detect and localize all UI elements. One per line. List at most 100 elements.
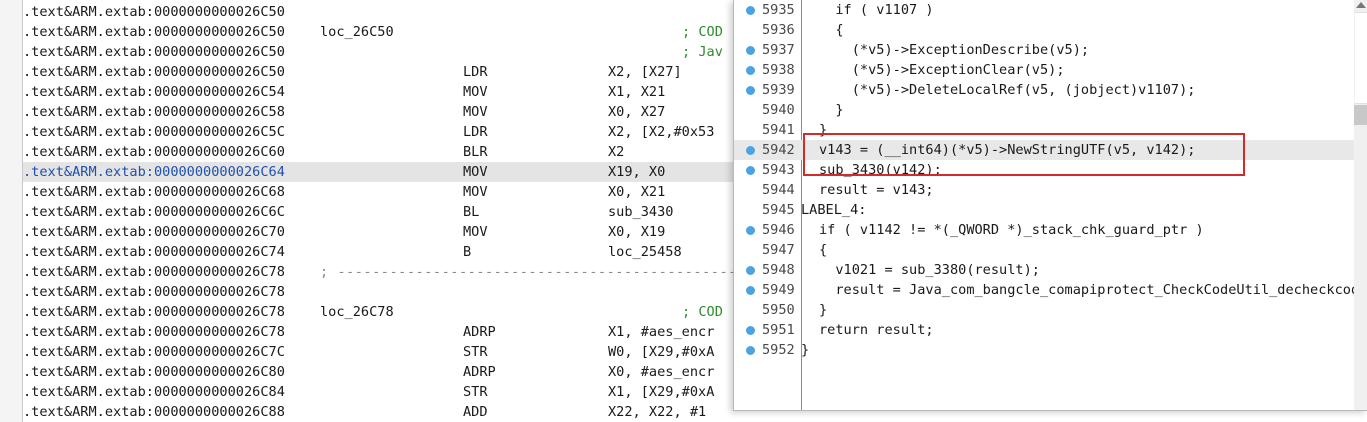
disasm-comment: ; COD bbox=[682, 24, 723, 40]
line-number: 5945 bbox=[762, 202, 795, 218]
breakpoint-dot-icon[interactable] bbox=[746, 166, 755, 175]
disasm-label: loc_26C78 bbox=[320, 304, 394, 320]
disasm-line[interactable]: .text&ARM.extab:0000000000026C78 ADRP X1, … bbox=[23, 322, 740, 342]
disasm-line[interactable]: .text&ARM.extab:0000000000026C80 ADRP X0, … bbox=[23, 362, 740, 382]
pseudocode-line[interactable]: 5936 { bbox=[734, 20, 1367, 40]
vertical-scrollbar[interactable] bbox=[1354, 0, 1367, 410]
disasm-operands: X19, X0 bbox=[608, 164, 666, 180]
disassembly-lines: .text&ARM.extab:0000000000026C50 .text&AR… bbox=[23, 2, 740, 422]
line-number: 5951 bbox=[762, 322, 795, 338]
breakpoint-dot-icon[interactable] bbox=[746, 266, 755, 275]
scrollbar-thumb[interactable] bbox=[1355, 12, 1367, 104]
disasm-address: .text&ARM.extab:0000000000026C78 bbox=[23, 324, 285, 340]
disasm-line[interactable]: .text&ARM.extab:0000000000026C7C STR W0, [… bbox=[23, 342, 740, 362]
disasm-mnemonic: MOV bbox=[463, 104, 488, 120]
disasm-line[interactable]: .text&ARM.extab:0000000000026C78 loc_26C7… bbox=[23, 302, 740, 322]
pseudocode-line[interactable]: 5944 result = v143; bbox=[734, 180, 1367, 200]
line-number: 5948 bbox=[762, 262, 795, 278]
disasm-address: .text&ARM.extab:0000000000026C7C bbox=[23, 344, 285, 360]
line-number: 5943 bbox=[762, 162, 795, 178]
breakpoint-dot-icon[interactable] bbox=[746, 346, 755, 355]
disasm-line[interactable]: .text&ARM.extab:0000000000026C88 ADD X22, … bbox=[23, 402, 740, 422]
disasm-line[interactable]: .text&ARM.extab:0000000000026C50 bbox=[23, 2, 740, 22]
code-text: result = v143; bbox=[819, 182, 934, 198]
disasm-address: .text&ARM.extab:0000000000026C50 bbox=[23, 24, 285, 40]
pseudocode-line[interactable]: 5949 result = Java_com_bangcle_comapipro… bbox=[734, 280, 1367, 300]
breakpoint-dot-icon[interactable] bbox=[746, 6, 755, 15]
disasm-line[interactable]: .text&ARM.extab:0000000000026C68 MOV X0, X… bbox=[23, 182, 740, 202]
disasm-line[interactable]: .text&ARM.extab:0000000000026C54 MOV X1, X… bbox=[23, 82, 740, 102]
disasm-address: .text&ARM.extab:0000000000026C74 bbox=[23, 244, 285, 260]
code-text: { bbox=[819, 22, 844, 38]
disasm-line[interactable]: .text&ARM.extab:0000000000026C78 ; ------… bbox=[23, 262, 740, 282]
disasm-line[interactable]: .text&ARM.extab:0000000000026C50 LDR X2, [… bbox=[23, 62, 740, 82]
disasm-mnemonic: MOV bbox=[463, 224, 488, 240]
pseudocode-line[interactable]: 5951 return result; bbox=[734, 320, 1367, 340]
disasm-line[interactable]: .text&ARM.extab:0000000000026C64 MOV X19, … bbox=[23, 162, 740, 182]
disasm-comment: ; Jav bbox=[682, 44, 723, 60]
pseudocode-line[interactable]: 5935 if ( v1107 ) bbox=[734, 0, 1367, 20]
pseudocode-line[interactable]: 5937 (*v5)->ExceptionDescribe(v5); bbox=[734, 40, 1367, 60]
disasm-line[interactable]: .text&ARM.extab:0000000000026C50 ; Jav bbox=[23, 42, 740, 62]
disasm-mnemonic: MOV bbox=[463, 84, 488, 100]
pseudocode-line[interactable]: 5938 (*v5)->ExceptionClear(v5); bbox=[734, 60, 1367, 80]
pseudocode-line[interactable]: 5940 } bbox=[734, 100, 1367, 120]
pseudocode-line[interactable]: 5952} bbox=[734, 340, 1367, 360]
line-number: 5946 bbox=[762, 222, 795, 238]
scroll-up-arrow-icon[interactable] bbox=[1356, 2, 1366, 8]
breakpoint-dot-icon[interactable] bbox=[746, 326, 755, 335]
pseudocode-line[interactable]: 5941} bbox=[734, 120, 1367, 140]
disasm-address: .text&ARM.extab:0000000000026C64 bbox=[23, 164, 285, 180]
breakpoint-dot-icon[interactable] bbox=[746, 46, 755, 55]
disasm-mnemonic: ADRP bbox=[463, 364, 496, 380]
disasm-operands: X2 bbox=[608, 144, 625, 160]
pseudocode-line[interactable]: 5945 LABEL_4: bbox=[734, 200, 1367, 220]
disasm-line[interactable]: .text&ARM.extab:0000000000026C5C LDR X2, [… bbox=[23, 122, 740, 142]
disasm-line[interactable]: .text&ARM.extab:0000000000026C78 bbox=[23, 282, 740, 302]
code-text: (*v5)->ExceptionClear(v5); bbox=[819, 62, 1065, 78]
breakpoint-dot-icon[interactable] bbox=[746, 86, 755, 95]
disasm-line[interactable]: .text&ARM.extab:0000000000026C74 Bloc_254… bbox=[23, 242, 740, 262]
disasm-mnemonic: B bbox=[463, 244, 472, 260]
pseudocode-line[interactable]: 5950} bbox=[734, 300, 1367, 320]
code-text: sub_3430(v142); bbox=[819, 162, 942, 178]
disasm-line[interactable]: .text&ARM.extab:0000000000026C50 loc_26C5… bbox=[23, 22, 740, 42]
disasm-mnemonic: ADRP bbox=[463, 324, 496, 340]
disasm-address: .text&ARM.extab:0000000000026C80 bbox=[23, 364, 285, 380]
line-number: 5941 bbox=[762, 122, 795, 138]
line-number: 5949 bbox=[762, 282, 795, 298]
disasm-address: .text&ARM.extab:0000000000026C5C bbox=[23, 124, 285, 140]
pseudocode-popup[interactable]: 5935 if ( v1107 ) 5936 {5937 (*v5)->Excep… bbox=[733, 0, 1367, 411]
disasm-mnemonic: BL bbox=[463, 204, 480, 220]
disasm-line[interactable]: .text&ARM.extab:0000000000026C58 MOV X0, X… bbox=[23, 102, 740, 122]
disasm-address: .text&ARM.extab:0000000000026C84 bbox=[23, 384, 285, 400]
pseudocode-line[interactable]: 5947 { bbox=[734, 240, 1367, 260]
pseudocode-line[interactable]: 5946 if ( v1142 != *(_QWORD *)_stack_chk_… bbox=[734, 220, 1367, 240]
code-text: } bbox=[819, 102, 844, 118]
disasm-operands: X1, [X29,#0xA bbox=[608, 384, 715, 400]
code-text: LABEL_4: bbox=[801, 202, 867, 218]
disasm-operands: X22, X22, #1 bbox=[608, 404, 707, 420]
line-number: 5938 bbox=[762, 62, 795, 78]
scrollbar-position-marker bbox=[1354, 105, 1367, 125]
disasm-line[interactable]: .text&ARM.extab:0000000000026C60 BLR X2 bbox=[23, 142, 740, 162]
disasm-address: .text&ARM.extab:0000000000026C88 bbox=[23, 404, 285, 420]
disasm-separator: ; --------------------------------------… bbox=[320, 264, 740, 280]
pseudocode-line[interactable]: 5942 v143 = (__int64)(*v5)->NewStringUTF(… bbox=[734, 140, 1367, 160]
disasm-line[interactable]: .text&ARM.extab:0000000000026C70 MOV X0, X… bbox=[23, 222, 740, 242]
pseudocode-line[interactable]: 5948 v1021 = sub_3380(result); bbox=[734, 260, 1367, 280]
disasm-address: .text&ARM.extab:0000000000026C50 bbox=[23, 4, 285, 20]
disasm-mnemonic: ADD bbox=[463, 404, 488, 420]
breakpoint-dot-icon[interactable] bbox=[746, 146, 755, 155]
disasm-mnemonic: MOV bbox=[463, 184, 488, 200]
pseudocode-line[interactable]: 5939 (*v5)->DeleteLocalRef(v5, (jobject)… bbox=[734, 80, 1367, 100]
breakpoint-dot-icon[interactable] bbox=[746, 286, 755, 295]
disasm-line[interactable]: .text&ARM.extab:0000000000026C6C BL sub_34… bbox=[23, 202, 740, 222]
breakpoint-dot-icon[interactable] bbox=[746, 226, 755, 235]
breakpoint-dot-icon[interactable] bbox=[746, 66, 755, 75]
disasm-address: .text&ARM.extab:0000000000026C78 bbox=[23, 264, 285, 280]
pseudocode-lines: 5935 if ( v1107 ) 5936 {5937 (*v5)->Excep… bbox=[734, 0, 1367, 360]
disasm-line[interactable]: .text&ARM.extab:0000000000026C84 STR X1, [… bbox=[23, 382, 740, 402]
pseudocode-line[interactable]: 5943 sub_3430(v142); bbox=[734, 160, 1367, 180]
disassembly-view[interactable]: .text&ARM.extab:0000000000026C50 .text&AR… bbox=[0, 0, 740, 422]
